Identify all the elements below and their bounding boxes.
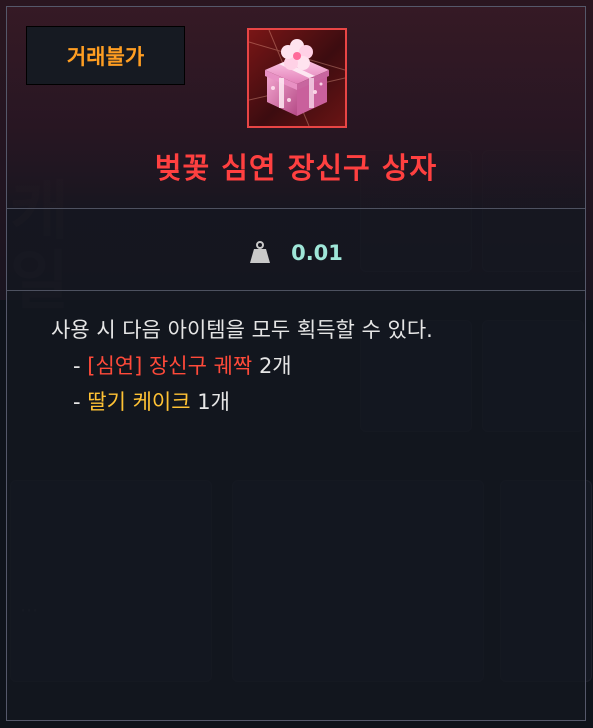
weight-row: 0.01 xyxy=(7,215,585,290)
divider xyxy=(7,290,585,291)
reward-bullet: - xyxy=(73,354,81,378)
trade-restriction-badge: 거래불가 xyxy=(26,26,185,85)
reward-name: 딸기 케이크 xyxy=(87,390,191,414)
trade-restriction-label: 거래불가 xyxy=(66,44,145,69)
item-description: 사용 시 다음 아이템을 모두 획득할 수 있다. - [심연] 장신구 궤짝 … xyxy=(51,312,433,420)
weight-icon xyxy=(250,240,271,263)
description-intro: 사용 시 다음 아이템을 모두 획득할 수 있다. xyxy=(51,318,433,342)
reward-quantity: 2개 xyxy=(258,354,292,378)
item-name: 벚꽃 심연 장신구 상자 xyxy=(154,151,438,185)
reward-quantity: 1개 xyxy=(197,390,230,414)
reward-name: [심연] 장신구 궤짝 xyxy=(87,354,253,378)
pink-gift-box-icon xyxy=(247,28,347,128)
divider xyxy=(7,208,585,209)
reward-bullet: - xyxy=(73,390,81,414)
item-tooltip: 거래불가 벚꽃 심연 장신구 상자 0.01 사용 시 다음 아이템을 모두 획… xyxy=(6,6,586,721)
reward-line: - 딸기 케이크 1개 xyxy=(51,384,433,420)
weight-value: 0.01 xyxy=(291,240,343,265)
reward-line: - [심연] 장신구 궤짝 2개 xyxy=(51,348,433,384)
